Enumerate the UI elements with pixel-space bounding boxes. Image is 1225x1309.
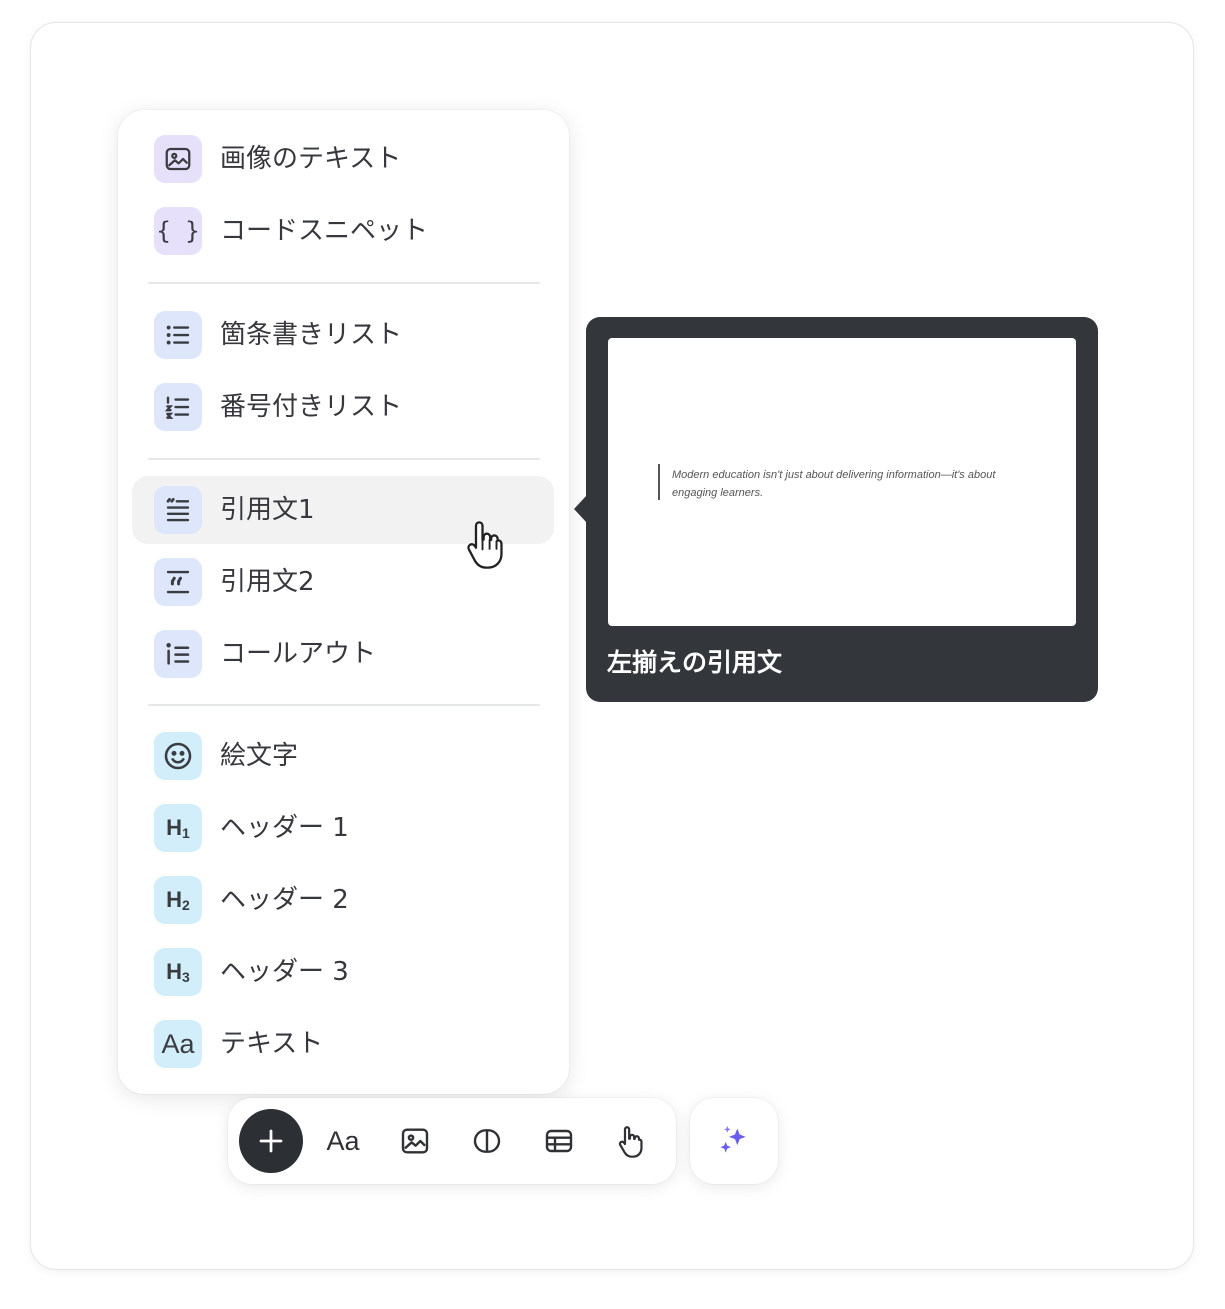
preview-quote-text: Modern education isn't just about delive… xyxy=(672,469,996,499)
preview-caption: 左揃えの引用文 xyxy=(607,648,783,677)
tooltip-arrow xyxy=(574,495,587,523)
hand-cursor-icon xyxy=(467,521,503,569)
table-icon xyxy=(545,1129,573,1153)
preview-card: Modern education isn't just about delive… xyxy=(608,338,1076,626)
menu-divider xyxy=(148,704,540,706)
menu-item-header-1[interactable]: H1 ヘッダー 1 xyxy=(132,794,554,862)
image-text-icon xyxy=(154,135,202,183)
emoji-icon xyxy=(154,732,202,780)
menu-item-header-2[interactable]: H2 ヘッダー 2 xyxy=(132,866,554,934)
menu-item-text[interactable]: Aa テキスト xyxy=(132,1010,554,1078)
column-layout-icon xyxy=(473,1129,501,1153)
menu-item-label: ヘッダー 3 xyxy=(220,957,349,987)
menu-item-label: ヘッダー 1 xyxy=(220,813,349,843)
sparkles-icon xyxy=(720,1126,746,1153)
menu-item-label: コールアウト xyxy=(220,639,377,669)
menu-item-label: 引用文1 xyxy=(220,495,315,525)
quote-1-icon xyxy=(154,486,202,534)
header-1-icon: H1 xyxy=(154,804,202,852)
quote-bar xyxy=(658,464,660,500)
numbered-list-icon xyxy=(154,383,202,431)
insert-image-button[interactable] xyxy=(383,1109,447,1173)
menu-item-emoji[interactable]: 絵文字 xyxy=(132,722,554,790)
add-block-button[interactable] xyxy=(239,1109,303,1173)
bottom-toolbar: Aa xyxy=(228,1098,676,1184)
menu-item-label: 箇条書きリスト xyxy=(220,320,403,350)
bullet-list-icon xyxy=(154,311,202,359)
menu-item-label: 絵文字 xyxy=(220,741,299,771)
menu-item-label: テキスト xyxy=(220,1029,324,1059)
quote-2-icon xyxy=(154,558,202,606)
code-braces-icon: { } xyxy=(154,207,202,255)
header-2-icon: H2 xyxy=(154,876,202,924)
menu-item-header-3[interactable]: H3 ヘッダー 3 xyxy=(132,938,554,1006)
menu-item-label: 引用文2 xyxy=(220,567,315,597)
column-layout-button[interactable] xyxy=(455,1109,519,1173)
callout-icon xyxy=(154,630,202,678)
text-icon: Aa xyxy=(154,1020,202,1068)
menu-item-code-snippet[interactable]: { } コードスニペット xyxy=(132,197,554,265)
image-icon xyxy=(401,1128,429,1154)
menu-item-bullet-list[interactable]: 箇条書きリスト xyxy=(132,301,554,369)
menu-item-numbered-list[interactable]: 番号付きリスト xyxy=(132,373,554,441)
menu-item-label: 番号付きリスト xyxy=(220,392,403,422)
hand-pointer-icon xyxy=(618,1126,643,1158)
menu-divider xyxy=(148,282,540,284)
menu-item-label: コードスニペット xyxy=(220,216,429,246)
menu-item-label: ヘッダー 2 xyxy=(220,885,349,915)
plus-icon xyxy=(259,1129,283,1153)
interactive-element-button[interactable] xyxy=(599,1109,663,1173)
text-style-icon: Aa xyxy=(326,1125,360,1156)
header-3-icon: H3 xyxy=(154,948,202,996)
quote-preview-tooltip: Modern education isn't just about delive… xyxy=(574,317,1098,702)
ai-assistant-button[interactable] xyxy=(690,1098,778,1184)
text-style-button[interactable]: Aa xyxy=(311,1109,375,1173)
menu-item-callout[interactable]: コールアウト xyxy=(132,620,554,688)
menu-item-label: 画像のテキスト xyxy=(220,144,402,174)
menu-divider xyxy=(148,458,540,460)
insert-table-button[interactable] xyxy=(527,1109,591,1173)
menu-item-image-text[interactable]: 画像のテキスト xyxy=(132,125,554,193)
block-insert-menu: 画像のテキスト { } コードスニペット 箇条書きリスト 番号付きリスト 引用文… xyxy=(118,110,569,1094)
